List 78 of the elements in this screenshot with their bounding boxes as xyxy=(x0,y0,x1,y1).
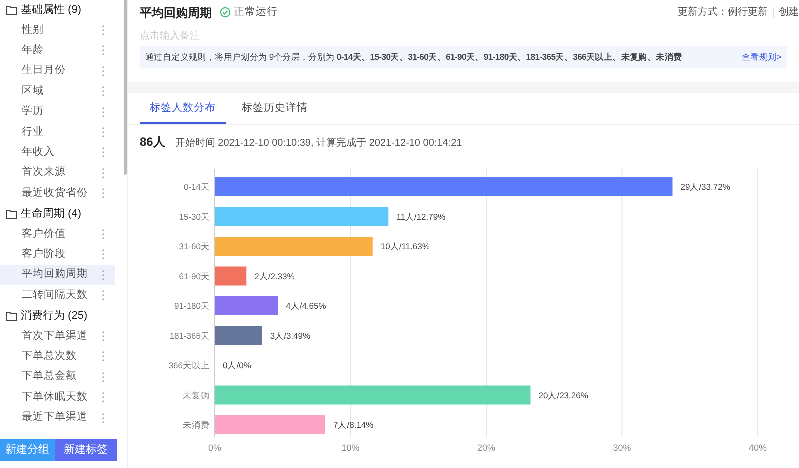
more-icon[interactable] xyxy=(102,351,105,362)
axis-tick-label: 40% xyxy=(749,443,767,453)
category-label: 15-30天 xyxy=(179,212,210,222)
value-label: 4人/4.65% xyxy=(286,301,326,311)
category-label: 181-365天 xyxy=(170,330,210,341)
sidebar-item[interactable]: 下单总次数 xyxy=(0,346,115,368)
status-label: 正常运行 xyxy=(234,4,278,20)
more-icon[interactable] xyxy=(102,168,105,179)
more-icon[interactable] xyxy=(102,127,105,138)
more-icon[interactable] xyxy=(102,188,105,200)
sidebar-item[interactable]: 生日月份 xyxy=(0,61,115,82)
sidebar-item[interactable]: 年龄 xyxy=(0,40,115,62)
more-icon[interactable] xyxy=(102,106,105,118)
sidebar-item[interactable]: 行业 xyxy=(0,122,115,143)
value-label: 0人/0% xyxy=(223,360,252,370)
page-title: 平均回购周期 xyxy=(140,4,212,22)
more-icon[interactable] xyxy=(102,249,105,260)
value-label: 20人/23.26% xyxy=(538,390,588,400)
more-icon[interactable] xyxy=(102,270,105,281)
sidebar-item[interactable]: 下单休眠天数 xyxy=(0,387,115,408)
more-icon[interactable] xyxy=(102,147,105,158)
more-icon[interactable] xyxy=(102,412,105,424)
category-label: 61-90天 xyxy=(179,271,210,282)
category-label: 0-14天 xyxy=(184,182,210,192)
category-label: 366天以上 xyxy=(168,360,210,370)
sidebar-item[interactable]: 学历 xyxy=(0,102,115,122)
folder-icon xyxy=(6,312,17,321)
banner-text: 通过自定义规则，将用户划分为 9个分层，分别为 0-14天、15-30天、31-60天、61-90天、91-180天、181-365天、366天以上、未复购、未消费 xyxy=(146,50,682,64)
axis-tick-label: 30% xyxy=(613,443,632,453)
sidebar-item[interactable]: 首次下单渠道 xyxy=(0,326,115,347)
sidebar-item[interactable]: 客户价值 xyxy=(0,224,115,245)
category-label: 未消费 xyxy=(183,420,210,430)
view-rules-link[interactable]: 查看规则> xyxy=(742,50,782,64)
group-header[interactable]: 基础属性 (9) xyxy=(0,0,127,20)
sidebar-item[interactable]: 年收入 xyxy=(0,142,115,164)
value-label: 2人/2.33% xyxy=(254,271,295,282)
group-header[interactable]: 消费行为 (25) xyxy=(0,306,127,326)
people-count: 86人 xyxy=(140,134,166,151)
more-icon[interactable] xyxy=(102,330,105,342)
sidebar-item[interactable]: 平均回购周期 xyxy=(0,265,115,286)
value-label: 11人/12.79% xyxy=(396,212,446,222)
tab[interactable]: 标签人数分布 xyxy=(140,96,226,124)
check-circle-icon xyxy=(220,7,231,18)
creator-label: 创建 xyxy=(779,6,799,20)
more-icon[interactable] xyxy=(102,86,105,98)
axis-tick-label: 10% xyxy=(342,443,360,453)
value-label: 29人/33.72% xyxy=(680,182,730,192)
compute-time-text: 开始时间 2021-12-10 00:10:39, 计算完成于 2021-12-10 00:14:21 xyxy=(175,136,462,151)
more-icon[interactable] xyxy=(102,372,105,383)
more-icon[interactable] xyxy=(102,392,105,404)
update-mode-label: 更新方式：例行更新 xyxy=(678,6,768,20)
value-label: 7人/8.14% xyxy=(334,420,374,430)
sidebar-item[interactable]: 二转间隔天数 xyxy=(0,285,115,306)
group-header[interactable]: 生命周期 (4) xyxy=(0,204,127,224)
sidebar-item[interactable]: 首次来源 xyxy=(0,163,115,184)
sidebar-item[interactable]: 最近下单渠道 xyxy=(0,408,115,428)
more-icon[interactable] xyxy=(102,228,105,240)
more-icon[interactable] xyxy=(102,25,105,36)
sidebar-item[interactable]: 性别 xyxy=(0,20,115,41)
scrollbar-thumb[interactable] xyxy=(124,0,127,175)
more-icon[interactable] xyxy=(102,290,105,302)
sidebar-item[interactable]: 最近收货省份 xyxy=(0,184,115,204)
value-label: 3人/3.49% xyxy=(270,330,311,341)
sidebar-item[interactable]: 下单总金额 xyxy=(0,367,115,388)
sidebar-item[interactable]: 区域 xyxy=(0,82,115,102)
axis-tick-label: 20% xyxy=(478,443,496,453)
more-icon[interactable] xyxy=(102,45,105,56)
value-label: 10人/11.63% xyxy=(380,242,430,252)
axis-tick-label: 0% xyxy=(208,443,222,453)
category-label: 未复购 xyxy=(183,390,210,400)
folder-icon xyxy=(6,6,17,15)
new-tag-button[interactable]: 新建标签 xyxy=(55,439,117,461)
category-label: 91-180天 xyxy=(174,301,210,311)
sidebar-item[interactable]: 客户阶段 xyxy=(0,244,115,266)
tab[interactable]: 标签历史详情 xyxy=(232,96,318,124)
category-label: 31-60天 xyxy=(179,242,210,252)
more-icon[interactable] xyxy=(102,66,105,77)
folder-icon xyxy=(6,210,17,219)
